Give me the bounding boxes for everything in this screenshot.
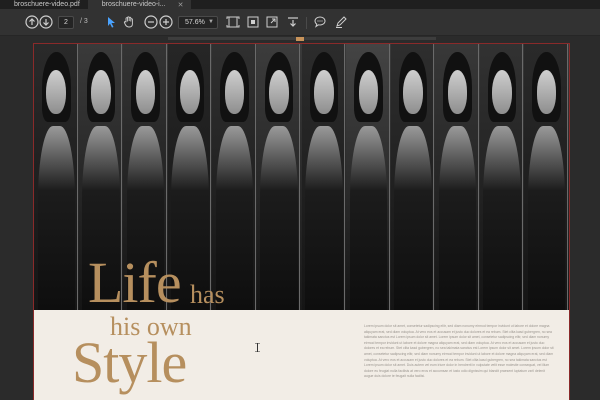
- tab-label: broschuere-video-i...: [101, 1, 166, 8]
- tab-broschuere-video[interactable]: broschuere-video.pdf: [0, 0, 88, 9]
- tab-label: broschuere-video.pdf: [14, 1, 80, 8]
- model-portrait-strip: [479, 44, 524, 310]
- zoom-value: 57.6%: [185, 19, 205, 26]
- model-portrait-strip: [524, 44, 568, 310]
- hand-icon: [123, 16, 133, 28]
- fit-width-icon: [247, 16, 259, 28]
- close-tab-icon[interactable]: ✕: [178, 1, 184, 9]
- toolbar-divider: [306, 17, 307, 29]
- text-cursor-icon: [255, 343, 260, 352]
- zoom-out-button[interactable]: [143, 14, 159, 30]
- model-portrait-strip: [435, 44, 479, 310]
- pdf-viewer-app: broschuere-video.pdf broschuere-video-i.…: [0, 0, 600, 400]
- download-button[interactable]: [285, 14, 301, 30]
- headline-has: has: [190, 280, 225, 309]
- download-tray-icon: [288, 17, 298, 27]
- model-portrait-strip: [34, 44, 78, 310]
- expand-icon: [266, 16, 278, 28]
- model-portrait-strip: [301, 44, 346, 310]
- arrow-up-circle-icon: [25, 15, 39, 29]
- total-pages-label: / 3: [80, 18, 88, 25]
- comment-button[interactable]: [312, 14, 328, 30]
- model-portrait-strip: [390, 44, 435, 310]
- headline-life: Life: [88, 250, 182, 315]
- minus-circle-icon: [144, 15, 158, 29]
- toolbar: 2 / 3 57.6% ▼: [0, 9, 600, 36]
- model-portrait-strip: [256, 44, 301, 310]
- current-page-input[interactable]: 2: [58, 16, 74, 29]
- body-text-column: Lorem ipsum dolor sit amet, consetetur s…: [364, 324, 554, 379]
- hand-tool-button[interactable]: [121, 14, 137, 30]
- zoom-in-button[interactable]: [158, 14, 174, 30]
- speech-bubble-icon: [314, 16, 326, 28]
- next-page-button[interactable]: [38, 14, 54, 30]
- pdf-page[interactable]: Life has his own Style Lorem ipsum dolor…: [33, 43, 570, 400]
- horizontal-scroll-thumb[interactable]: [296, 37, 304, 41]
- select-tool-button[interactable]: [103, 14, 119, 30]
- tab-bar: broschuere-video.pdf broschuere-video-i.…: [0, 0, 600, 9]
- full-screen-button[interactable]: [264, 14, 280, 30]
- document-viewport[interactable]: Life has his own Style Lorem ipsum dolor…: [0, 37, 600, 400]
- chevron-down-icon: ▼: [208, 19, 214, 25]
- arrow-down-circle-icon: [39, 15, 53, 29]
- model-portrait-strip: [346, 44, 390, 310]
- zoom-level-select[interactable]: 57.6% ▼: [178, 16, 218, 29]
- fit-page-icon: [226, 16, 240, 28]
- fit-page-button[interactable]: [225, 14, 241, 30]
- pen-icon: [336, 16, 347, 28]
- cursor-arrow-icon: [108, 17, 115, 28]
- plus-circle-icon: [159, 15, 173, 29]
- model-portrait-strip: [212, 44, 256, 310]
- highlight-button[interactable]: [333, 14, 349, 30]
- tab-broschuere-video-i[interactable]: broschuere-video-i... ✕: [87, 0, 192, 9]
- headline-style: Style: [72, 330, 187, 395]
- fit-width-button[interactable]: [245, 14, 261, 30]
